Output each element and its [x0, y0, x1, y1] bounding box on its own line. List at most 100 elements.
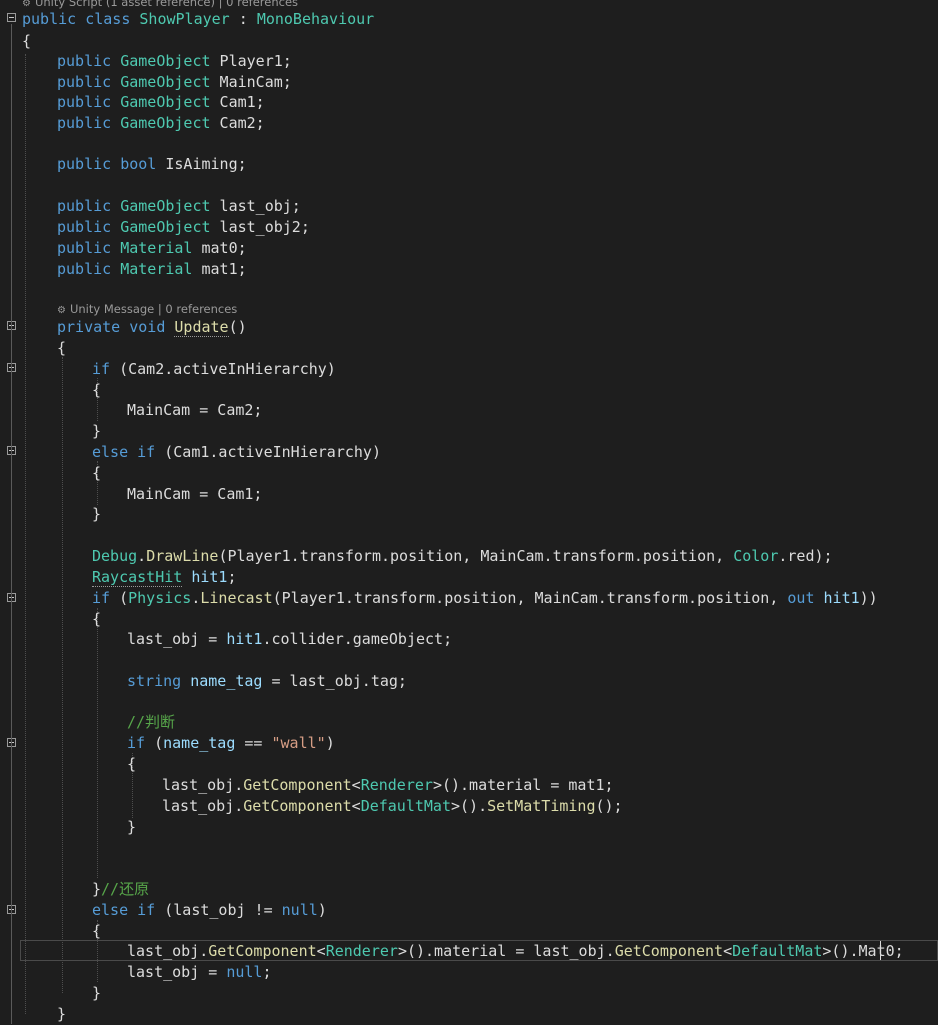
code-token: () — [228, 317, 247, 336]
code-token: GameObject — [120, 92, 211, 111]
code-line[interactable]: } — [0, 421, 938, 442]
code-token: (); — [595, 796, 623, 815]
code-line[interactable]: last_obj = null; — [0, 962, 938, 983]
code-line[interactable]: public GameObject last_obj; — [0, 196, 938, 217]
code-text: } — [127, 817, 136, 838]
code-line[interactable]: if (Physics.Linecast(Player1.transform.p… — [0, 588, 938, 609]
code-token: { — [92, 921, 102, 940]
code-token: bool — [120, 154, 157, 173]
code-line[interactable]: { — [0, 31, 938, 52]
code-text: public class ShowPlayer : MonoBehaviour — [22, 9, 374, 30]
code-line[interactable]: public GameObject MainCam; — [0, 72, 938, 93]
code-line[interactable]: } — [0, 1004, 938, 1025]
code-text: { — [57, 338, 66, 359]
code-text: //判断 — [127, 712, 175, 733]
code-token: ( — [110, 588, 129, 607]
code-token: GetComponent — [243, 775, 352, 794]
code-token: { — [57, 338, 67, 357]
code-token: ) — [317, 900, 327, 919]
code-token: SetMatTiming — [487, 796, 596, 815]
code-token: = last_obj.tag; — [262, 671, 407, 690]
code-text: MainCam = Cam1; — [127, 484, 262, 505]
code-token: null — [281, 900, 318, 919]
code-token: "wall" — [271, 733, 326, 752]
code-text: public GameObject last_obj2; — [57, 217, 310, 238]
code-line[interactable]: public bool IsAiming; — [0, 154, 938, 175]
code-text: } — [92, 504, 101, 525]
code-token: public — [57, 113, 112, 132]
code-line[interactable]: if (Cam2.activeInHierarchy) — [0, 359, 938, 380]
code-text: public GameObject MainCam; — [57, 72, 292, 93]
code-token: Physics — [128, 588, 192, 607]
code-editor[interactable]: ⚙ Unity Script (1 asset reference) | 0 re… — [0, 0, 938, 1024]
code-token: )) — [859, 588, 878, 607]
code-line[interactable]: public Material mat1; — [0, 259, 938, 280]
code-token: MainCam = Cam2; — [127, 400, 263, 419]
code-token: Renderer — [325, 941, 398, 960]
code-token: public — [57, 72, 112, 91]
code-line[interactable]: { — [0, 338, 938, 359]
code-token: name_tag — [190, 671, 263, 690]
code-token: == — [235, 733, 272, 752]
code-text: MainCam = Cam2; — [127, 400, 262, 421]
code-line[interactable]: } — [0, 983, 938, 1004]
code-line[interactable]: if (name_tag == "wall") — [0, 733, 938, 754]
code-line[interactable]: }//还原 — [0, 879, 938, 900]
code-line[interactable]: { — [0, 380, 938, 401]
code-line[interactable]: public class ShowPlayer : MonoBehaviour — [0, 9, 938, 30]
code-token: DefaultMat — [360, 796, 451, 815]
code-line[interactable]: { — [0, 463, 938, 484]
code-line[interactable]: string name_tag = last_obj.tag; — [0, 671, 938, 692]
code-line[interactable]: MainCam = Cam2; — [0, 400, 938, 421]
code-line[interactable]: public GameObject Player1; — [0, 51, 938, 72]
code-line[interactable]: RaycastHit hit1; — [0, 567, 938, 588]
code-token: GameObject — [120, 51, 211, 70]
code-token: last_obj. — [127, 941, 209, 960]
code-line[interactable]: public GameObject Cam1; — [0, 92, 938, 113]
code-token: hit1 — [226, 629, 263, 648]
code-line[interactable]: MainCam = Cam1; — [0, 484, 938, 505]
code-line[interactable]: public GameObject Cam2; — [0, 113, 938, 134]
code-token: null — [226, 962, 263, 981]
code-text: { — [22, 31, 31, 52]
code-line[interactable]: last_obj.GetComponent<DefaultMat>().SetM… — [0, 796, 938, 817]
code-text: } — [92, 421, 101, 442]
code-line[interactable]: else if (last_obj != null) — [0, 900, 938, 921]
code-line[interactable]: } — [0, 817, 938, 838]
code-line[interactable]: public Material mat0; — [0, 238, 938, 259]
code-line[interactable]: last_obj.GetComponent<Renderer>().materi… — [0, 941, 938, 962]
code-line[interactable]: { — [0, 921, 938, 942]
code-text: last_obj = hit1.collider.gameObject; — [127, 629, 452, 650]
code-token: Material — [120, 259, 193, 278]
code-token: Debug — [92, 546, 138, 565]
code-token: } — [127, 817, 137, 836]
code-text: last_obj.GetComponent<Renderer>().materi… — [127, 941, 904, 962]
code-token: DefaultMat — [732, 941, 823, 960]
code-line[interactable]: public GameObject last_obj2; — [0, 217, 938, 238]
code-line[interactable]: //判断 — [0, 712, 938, 733]
code-line[interactable]: Debug.DrawLine(Player1.transform.positio… — [0, 546, 938, 567]
code-text: { — [92, 463, 101, 484]
code-token: MonoBehaviour — [256, 9, 375, 28]
code-line[interactable]: last_obj = hit1.collider.gameObject; — [0, 629, 938, 650]
code-token: { — [92, 463, 102, 482]
code-token: .collider.gameObject; — [262, 629, 453, 648]
code-text: } — [92, 983, 101, 1004]
code-token: GameObject — [120, 72, 211, 91]
code-line[interactable]: { — [0, 609, 938, 630]
code-line[interactable]: { — [0, 754, 938, 775]
code-line[interactable]: } — [0, 504, 938, 525]
code-token: Player1; — [210, 51, 292, 70]
code-text: if (Cam2.activeInHierarchy) — [92, 359, 336, 380]
code-token: GetComponent — [243, 796, 352, 815]
code-line[interactable]: private void Update() — [0, 317, 938, 338]
code-line[interactable]: else if (Cam1.activeInHierarchy) — [0, 442, 938, 463]
code-line[interactable]: last_obj.GetComponent<Renderer>().materi… — [0, 775, 938, 796]
